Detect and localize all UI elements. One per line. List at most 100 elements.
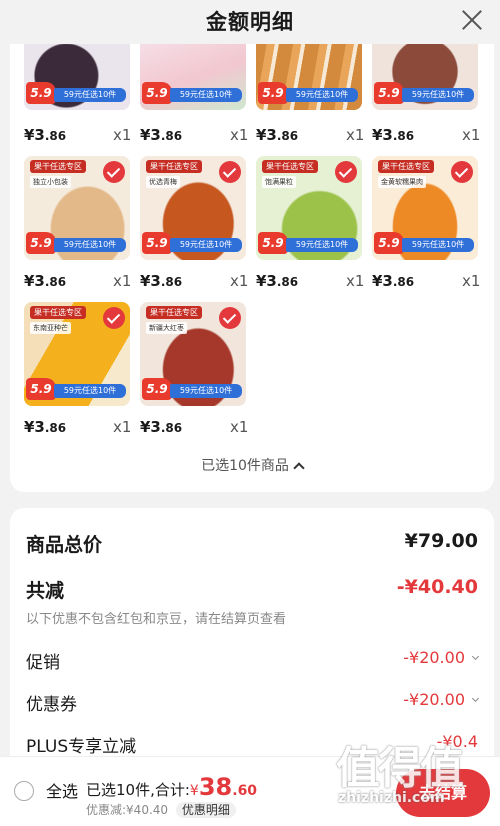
discount-detail-button[interactable]: 优惠明细 — [175, 802, 236, 818]
feature-pill: 优选青梅 — [146, 176, 180, 188]
promo-badge: 59元任选10件 — [286, 88, 358, 102]
coupon-row[interactable]: 优惠券 -¥20.00 — [26, 690, 480, 716]
price-badge: 5.9 — [374, 82, 404, 104]
item-price: ¥3.86 — [256, 272, 299, 290]
item-price: ¥3.86 — [24, 126, 67, 144]
product-thumb[interactable]: 5.9 59元任选10件 — [256, 40, 362, 110]
item-price: ¥3.86 — [24, 418, 67, 436]
checked-icon[interactable] — [103, 307, 125, 329]
item-qty: x1 — [462, 126, 481, 144]
item-qty: x1 — [113, 418, 132, 436]
selected-count-label: 已选10件商品 — [201, 458, 289, 474]
reduce-label: 共减 — [26, 580, 65, 602]
checked-icon[interactable] — [451, 161, 473, 183]
promo-badge: 59元任选10件 — [402, 238, 474, 252]
checked-icon[interactable] — [219, 161, 241, 183]
item-price: ¥3.86 — [256, 126, 299, 144]
item-price: ¥3.86 — [140, 418, 183, 436]
product-thumb[interactable]: 果干任选专区 优选青梅 5.9 59元任选10件 — [140, 156, 246, 260]
discount-amount: 优惠减:¥40.40 — [86, 803, 169, 817]
zone-tag: 果干任选专区 — [262, 160, 318, 173]
header: 金额明细 — [0, 0, 500, 44]
feature-pill: 金黄软糯果肉 — [378, 176, 426, 188]
zone-tag: 果干任选专区 — [146, 160, 202, 173]
plus-value: -¥0.4 — [436, 732, 478, 751]
amount-int: 38 — [198, 773, 233, 801]
promo-label: 促销 — [26, 653, 60, 673]
selected-total-label: 已选10件,合计: — [86, 781, 190, 799]
selected-count-toggle[interactable]: 已选10件商品 — [10, 455, 494, 475]
select-all-label[interactable]: 全选 — [46, 778, 78, 802]
select-all-radio[interactable] — [14, 781, 34, 801]
item-price: ¥3.86 — [372, 126, 415, 144]
zone-tag: 果干任选专区 — [30, 160, 86, 173]
promo-badge: 59元任选10件 — [54, 238, 126, 252]
zone-tag: 果干任选专区 — [146, 306, 202, 319]
reduce-value: -¥40.40 — [396, 576, 478, 598]
checked-icon[interactable] — [103, 161, 125, 183]
promo-badge: 59元任选10件 — [286, 238, 358, 252]
close-icon[interactable] — [460, 8, 484, 32]
checkout-button[interactable]: 去结算 — [396, 769, 490, 817]
discount-note: 以下优惠不包含红包和京豆，请在结算页查看 — [26, 612, 287, 627]
promo-row[interactable]: 促销 -¥20.00 — [26, 648, 480, 674]
coupon-label: 优惠券 — [26, 695, 77, 715]
promo-badge: 59元任选10件 — [170, 88, 242, 102]
item-qty: x1 — [113, 126, 132, 144]
item-qty: x1 — [113, 272, 132, 290]
product-thumb[interactable]: 5.9 59元任选10件 — [24, 40, 130, 110]
item-price: ¥3.86 — [140, 272, 183, 290]
product-thumb[interactable]: 果干任选专区 东南亚种芒 5.9 59元任选10件 — [24, 302, 130, 406]
item-price: ¥3.86 — [140, 126, 183, 144]
product-thumb[interactable]: 果干任选专区 饱满果粒 5.9 59元任选10件 — [256, 156, 362, 260]
item-qty: x1 — [230, 126, 249, 144]
currency-symbol: ¥ — [189, 783, 199, 799]
feature-pill: 独立小包装 — [30, 176, 71, 188]
item-qty: x1 — [462, 272, 481, 290]
promo-value: -¥20.00 — [403, 648, 480, 667]
selected-total: 已选10件,合计:¥38.60 — [86, 773, 257, 801]
total-row: 商品总价 ¥79.00 — [26, 530, 478, 558]
total-value: ¥79.00 — [404, 530, 478, 552]
chevron-down-icon — [471, 694, 480, 703]
promo-badge: 59元任选10件 — [170, 238, 242, 252]
reduce-row: 共减 -¥40.40 — [26, 576, 478, 604]
feature-pill: 饱满果粒 — [262, 176, 296, 188]
price-badge: 5.9 — [142, 378, 172, 400]
product-thumb[interactable]: 果干任选专区 独立小包装 5.9 59元任选10件 — [24, 156, 130, 260]
price-badge: 5.9 — [142, 82, 172, 104]
note-row: 以下优惠不包含红包和京豆，请在结算页查看 — [26, 608, 478, 628]
product-thumb[interactable]: 5.9 59元任选10件 — [372, 40, 478, 110]
item-qty: x1 — [230, 272, 249, 290]
product-thumb[interactable]: 果干任选专区 金黄软糯果肉 5.9 59元任选10件 — [372, 156, 478, 260]
promo-badge: 59元任选10件 — [402, 88, 474, 102]
price-badge: 5.9 — [26, 378, 56, 400]
selected-items-card: 5.9 59元任选10件 5.9 59元任选10件 5.9 59元任选10件 5… — [10, 40, 494, 492]
item-qty: x1 — [346, 126, 365, 144]
item-price: ¥3.86 — [24, 272, 67, 290]
product-thumb[interactable]: 5.9 59元任选10件 — [140, 40, 246, 110]
item-qty: x1 — [346, 272, 365, 290]
chevron-down-icon — [471, 652, 480, 661]
price-badge: 5.9 — [26, 82, 56, 104]
plus-row[interactable]: PLUS专享立减 -¥0.4 — [26, 732, 478, 758]
coupon-value: -¥20.00 — [403, 690, 480, 709]
discount-line: 优惠减:¥40.40 优惠明细 — [86, 801, 236, 818]
zone-tag: 果干任选专区 — [30, 306, 86, 319]
amount-dec: .60 — [232, 783, 258, 799]
feature-pill: 东南亚种芒 — [30, 322, 71, 334]
product-thumb[interactable]: 果干任选专区 新疆大红枣 5.9 59元任选10件 — [140, 302, 246, 406]
checked-icon[interactable] — [335, 161, 357, 183]
price-badge: 5.9 — [26, 232, 56, 254]
price-badge: 5.9 — [374, 232, 404, 254]
checkout-bar: 全选 已选10件,合计:¥38.60 优惠减:¥40.40 优惠明细 去结算 — [0, 756, 500, 826]
checked-icon[interactable] — [219, 307, 241, 329]
item-qty: x1 — [230, 418, 249, 436]
item-price: ¥3.86 — [372, 272, 415, 290]
feature-pill: 新疆大红枣 — [146, 322, 187, 334]
promo-badge: 59元任选10件 — [170, 384, 242, 398]
zone-tag: 果干任选专区 — [378, 160, 434, 173]
chevron-up-icon — [293, 462, 305, 474]
price-badge: 5.9 — [258, 82, 288, 104]
total-label: 商品总价 — [26, 534, 103, 556]
